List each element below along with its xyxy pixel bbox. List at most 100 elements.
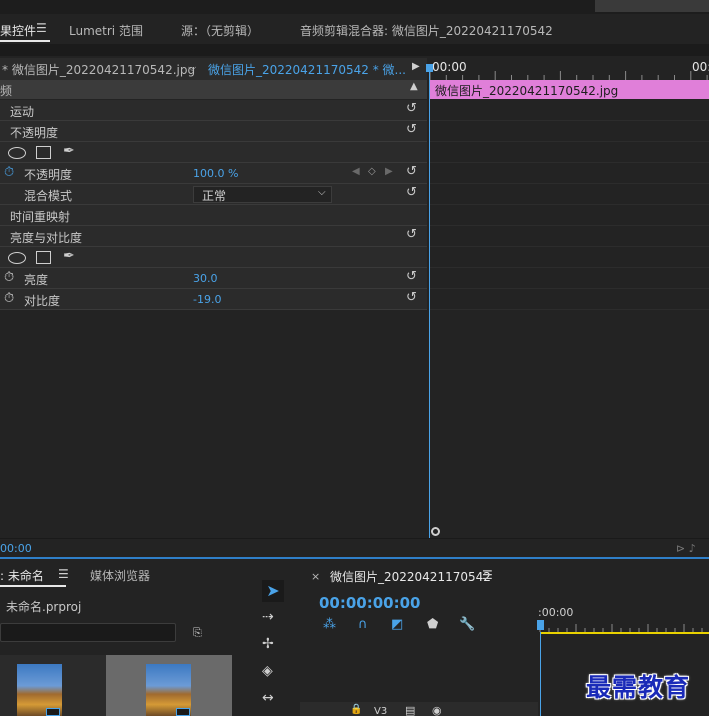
timeline-clip-label: 微信图片_20220421170542.jpg	[435, 84, 619, 98]
current-time-display[interactable]: 00:00	[0, 542, 32, 555]
effect-opacity-label: 不透明度	[10, 126, 59, 140]
chevron-down-icon[interactable]: ⌵	[188, 61, 196, 75]
sequence-tab-title[interactable]: 微信图片_20220421170542	[330, 568, 491, 585]
audio-scrub-icon[interactable]: ⊳ ♪	[676, 542, 696, 555]
tab-menu-icon[interactable]: ☰	[482, 568, 493, 582]
track-header-v3	[300, 702, 538, 716]
ripple-edit-tool-icon[interactable]: ✢	[262, 636, 274, 652]
contrast-value[interactable]: -19.0	[193, 293, 221, 306]
timeline-row	[430, 100, 709, 121]
add-keyframe-icon[interactable]: ◇	[368, 166, 376, 177]
timeline-row	[430, 226, 709, 247]
sync-lock-icon[interactable]: ▤	[405, 704, 415, 716]
media-type-badge-icon	[46, 708, 60, 716]
tab-lumetri-scopes[interactable]: Lumetri 范围	[69, 22, 143, 39]
chevron-down-icon: ⌵	[318, 187, 326, 198]
reset-icon[interactable]: ↺	[406, 269, 417, 284]
slip-tool-icon[interactable]: ↔	[262, 690, 274, 706]
rectangle-mask-icon[interactable]	[36, 146, 51, 159]
pen-mask-icon[interactable]: ✒	[63, 248, 75, 264]
section-header-label: 频	[0, 84, 13, 98]
tab-media-browser[interactable]: 媒体浏览器	[90, 567, 150, 584]
panel-divider	[0, 44, 709, 56]
sequence-badge-icon	[176, 708, 190, 716]
tab-menu-icon[interactable]: ☰	[36, 21, 47, 35]
timeline-row	[430, 163, 709, 184]
new-bin-icon[interactable]: ⎘	[193, 626, 202, 640]
opacity-value[interactable]: 100.0 %	[193, 167, 238, 180]
wrench-icon[interactable]: 🔧	[459, 617, 475, 632]
project-file-name: 未命名.prproj	[6, 600, 82, 614]
playhead-line[interactable]	[429, 68, 430, 538]
razor-tool-icon[interactable]: ◈	[262, 663, 273, 679]
watermark-logo: 最需教育	[586, 673, 691, 702]
project-search-input[interactable]	[0, 623, 176, 642]
active-tab-underline	[0, 40, 50, 42]
stopwatch-icon[interactable]: ⏱	[4, 270, 14, 285]
track-select-tool-icon[interactable]: ⇢	[262, 609, 274, 625]
nest-sequence-icon[interactable]: ⁂	[323, 617, 336, 632]
zoom-scroll-handle[interactable]	[431, 527, 440, 536]
selection-tool-icon[interactable]: ➤	[262, 580, 284, 602]
track-label[interactable]: V3	[374, 706, 387, 716]
reset-icon[interactable]: ↺	[406, 101, 417, 116]
add-marker-icon[interactable]: ⬟	[427, 617, 438, 632]
timeline-row	[430, 121, 709, 142]
tab-menu-icon[interactable]: ☰	[58, 567, 69, 581]
ellipse-mask-icon[interactable]	[8, 252, 26, 264]
reset-icon[interactable]: ↺	[406, 185, 417, 200]
tab-project[interactable]: : 未命名	[0, 567, 44, 584]
sequence-timecode[interactable]: 00:00:00:00	[319, 594, 421, 612]
work-area-bar[interactable]	[540, 632, 709, 634]
playhead-handle[interactable]	[426, 64, 433, 72]
effect-row-opacity[interactable]	[0, 121, 427, 142]
top-strip-panel	[595, 0, 709, 12]
sequence-playhead-handle[interactable]	[537, 620, 544, 630]
brightness-value[interactable]: 30.0	[193, 272, 218, 285]
tab-audio-clip-mixer[interactable]: 音频剪辑混合器: 微信图片_20220421170542	[300, 22, 553, 39]
video-effects-header[interactable]	[0, 80, 427, 99]
lock-icon[interactable]: 🔒	[350, 704, 362, 715]
reset-icon[interactable]: ↺	[406, 122, 417, 137]
blend-mode-label: 混合模式	[24, 189, 73, 203]
reset-icon[interactable]: ↺	[406, 227, 417, 242]
timeline-row	[430, 289, 709, 310]
timeline-row	[430, 184, 709, 205]
sequence-ruler-time: :00:00	[538, 606, 574, 619]
effect-motion-label: 运动	[10, 105, 35, 119]
rectangle-mask-icon[interactable]	[36, 251, 51, 264]
panel-focus-line	[0, 557, 709, 559]
tab-effect-controls[interactable]: 果控件	[0, 22, 36, 39]
ruler-ticks	[429, 71, 708, 80]
sequence-playhead-line[interactable]	[540, 632, 541, 716]
reset-icon[interactable]: ↺	[406, 164, 417, 179]
sequence-clip-label[interactable]: 微信图片_20220421170542 * 微...	[208, 61, 406, 78]
stopwatch-icon[interactable]: ⏱	[4, 291, 14, 306]
timeline-zoom-scrollbar[interactable]	[428, 524, 709, 538]
linked-selection-icon[interactable]: ◩	[391, 617, 403, 632]
tab-source[interactable]: 源：（无剪辑）	[181, 22, 259, 39]
timeline-row	[430, 268, 709, 289]
time-remap-label: 时间重映射	[10, 210, 71, 224]
timeline-row	[430, 247, 709, 268]
master-clip-label[interactable]: * 微信图片_20220421170542.jpg	[2, 61, 195, 78]
timeline-row	[430, 205, 709, 226]
brightness-label: 亮度	[24, 273, 49, 287]
stopwatch-icon[interactable]: ⏱	[4, 165, 14, 180]
eye-icon[interactable]: ◉	[432, 704, 442, 716]
ruler-end-time: 00:	[692, 60, 709, 74]
next-keyframe-icon[interactable]: ▶	[385, 166, 393, 177]
pen-mask-icon[interactable]: ✒	[63, 143, 75, 159]
reset-icon[interactable]: ↺	[406, 290, 417, 305]
prev-keyframe-icon[interactable]: ◀	[352, 166, 360, 177]
blend-mode-value: 正常	[202, 189, 227, 203]
collapse-icon[interactable]: ▲	[410, 81, 418, 92]
sequence-ruler-ticks	[539, 624, 703, 632]
effect-time-strip	[0, 538, 709, 558]
snap-magnet-icon[interactable]: ∩	[358, 617, 368, 632]
play-only-button[interactable]: ▶	[412, 61, 420, 72]
ellipse-mask-icon[interactable]	[8, 147, 26, 159]
ruler-start-time: 00:00	[432, 60, 467, 74]
close-icon[interactable]: ×	[311, 570, 320, 583]
effect-row-motion[interactable]	[0, 100, 427, 121]
